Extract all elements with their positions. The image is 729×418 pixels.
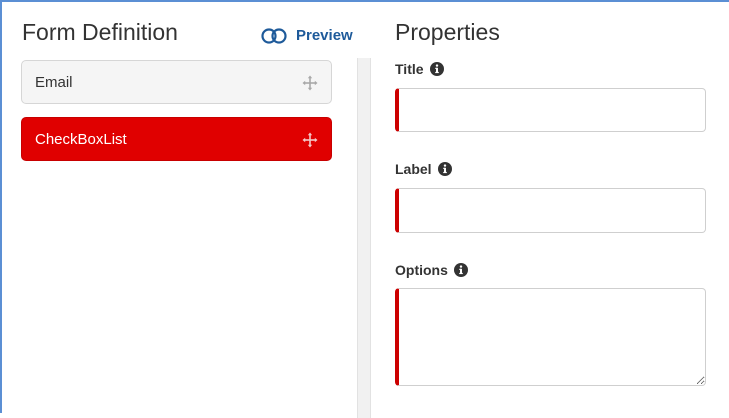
form-field-email[interactable]: Email bbox=[21, 60, 332, 104]
options-textarea[interactable] bbox=[395, 288, 706, 386]
label-label-text: Label bbox=[395, 161, 432, 177]
move-icon[interactable] bbox=[302, 75, 318, 91]
form-definition-title: Form Definition bbox=[22, 19, 178, 45]
info-icon[interactable] bbox=[437, 162, 452, 176]
panel-scrollbar[interactable] bbox=[357, 58, 371, 418]
label-field-label: Label bbox=[395, 161, 452, 177]
form-field-label: CheckBoxList bbox=[35, 130, 127, 148]
form-field-checkboxlist[interactable]: CheckBoxList bbox=[21, 117, 332, 161]
properties-title: Properties bbox=[395, 19, 500, 45]
window-frame-left bbox=[0, 0, 2, 413]
title-input[interactable] bbox=[395, 88, 706, 132]
window-frame-top bbox=[0, 0, 729, 2]
title-label-text: Title bbox=[395, 61, 424, 77]
toggle-icon[interactable] bbox=[261, 27, 287, 44]
title-field-label: Title bbox=[395, 61, 444, 77]
info-icon[interactable] bbox=[429, 62, 444, 76]
preview-toggle[interactable]: Preview bbox=[261, 27, 353, 44]
options-field-label: Options bbox=[395, 262, 468, 278]
label-input[interactable] bbox=[395, 188, 706, 233]
options-label-text: Options bbox=[395, 262, 448, 278]
info-icon[interactable] bbox=[453, 263, 468, 277]
form-field-label: Email bbox=[35, 73, 73, 91]
preview-label[interactable]: Preview bbox=[296, 27, 353, 44]
move-icon[interactable] bbox=[302, 132, 318, 148]
